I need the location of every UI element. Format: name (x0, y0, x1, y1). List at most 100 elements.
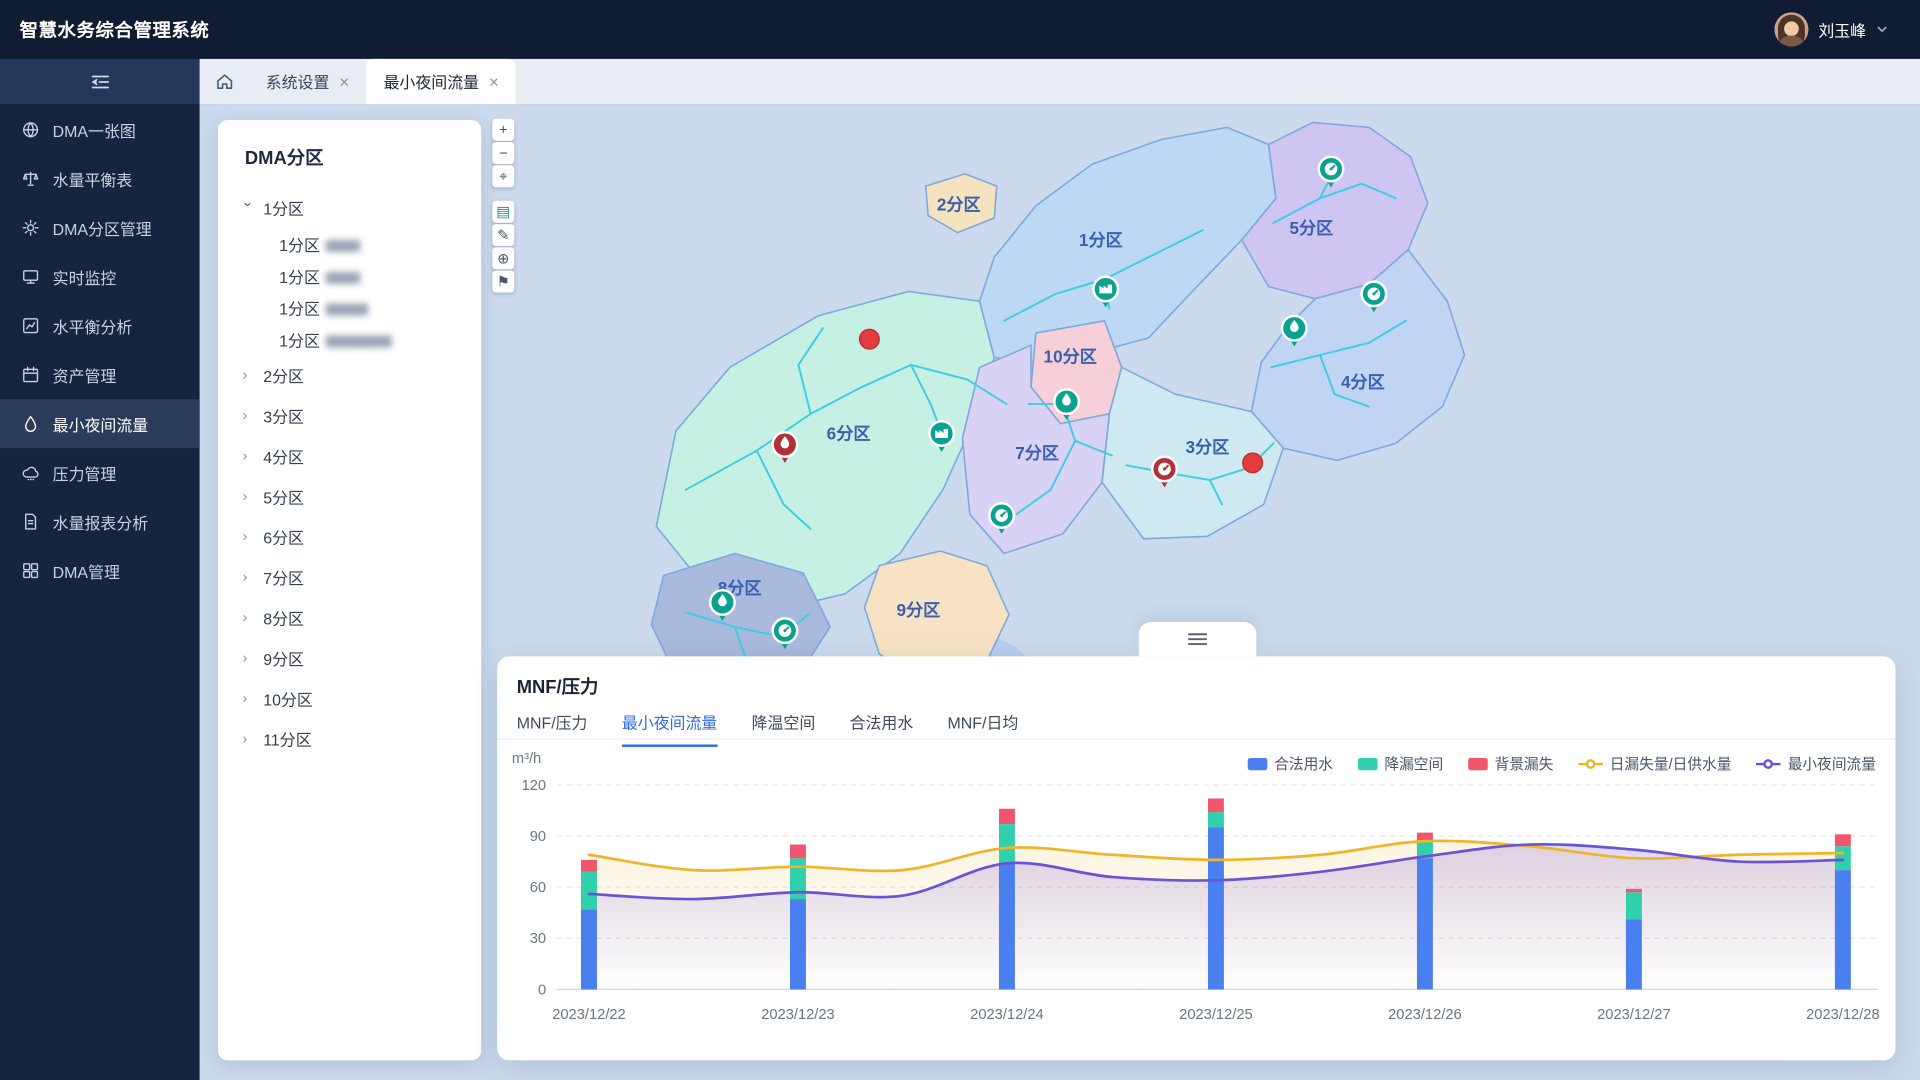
bar-降漏空间 (999, 824, 1015, 863)
tree-item-11分区[interactable]: › 11分区 (218, 719, 481, 759)
tree-item-label: 4分区 (263, 444, 304, 467)
tab-bar: 系统设置×最小夜间流量× (200, 59, 1920, 104)
app-root: 智慧水务综合管理系统 刘玉峰 (0, 0, 1920, 1080)
tree-item-8分区[interactable]: ›8分区 (218, 598, 481, 638)
tree-subitem-label: 1分区 (279, 232, 320, 255)
tree-item-3分区[interactable]: › 3分区 (218, 396, 481, 436)
panel-tab-降温空间[interactable]: 降温空间 (752, 710, 816, 747)
bar-降漏空间 (581, 872, 597, 909)
sidebar-item-2[interactable]: DMA分区管理 (0, 203, 200, 252)
bar-合法用水 (1417, 858, 1433, 989)
tab-系统设置[interactable]: 系统设置× (249, 59, 367, 104)
tree-subitem-1分区[interactable]: 1分区▆▆▆▆ (218, 260, 481, 292)
sidebar-item-6[interactable]: 最小夜间流量 (0, 399, 200, 448)
sidebar-item-3[interactable]: 实时监控 (0, 252, 200, 301)
sidebar-item-5[interactable]: 资产管理 (0, 350, 200, 399)
tree-item-9分区[interactable]: ›9分区 (218, 638, 481, 678)
sidebar-collapse-button[interactable] (0, 59, 200, 104)
home-tab-button[interactable] (200, 59, 249, 104)
dot-marker[interactable] (1243, 453, 1263, 473)
dma-panel-title: DMA分区 (218, 144, 481, 170)
user-menu[interactable]: 刘玉峰 (1774, 12, 1920, 46)
chevron-right-icon[interactable]: › (242, 608, 254, 625)
dot-marker[interactable] (860, 329, 880, 349)
chevron-right-icon[interactable]: › (242, 527, 254, 544)
zoom-out-button[interactable]: − (492, 142, 514, 164)
zone-label-2分区: 2分区 (937, 195, 981, 215)
monitor-icon (21, 267, 41, 287)
tree-subitem-label: 1分区 (279, 296, 320, 319)
tree-item-1分区[interactable]: ›1分区 (218, 187, 481, 227)
panel-tab-MNF/压力[interactable]: MNF/压力 (517, 710, 588, 747)
locate-button[interactable]: ⌖ (492, 165, 514, 187)
panel-tab-合法用水[interactable]: 合法用水 (850, 710, 914, 747)
bar-降漏空间 (1835, 846, 1851, 870)
legend-swatch (1578, 762, 1602, 764)
legend-item-合法用水[interactable]: 合法用水 (1247, 753, 1333, 774)
sidebar-item-8[interactable]: 水量报表分析 (0, 497, 200, 546)
chevron-right-icon[interactable]: › (242, 568, 254, 585)
tab-close-icon[interactable]: × (489, 73, 499, 90)
chart-line-日漏失量/日供水量 (589, 841, 1843, 871)
sidebar-item-9[interactable]: DMA管理 (0, 546, 200, 595)
chevron-right-icon[interactable]: › (242, 648, 254, 665)
svg-text:90: 90 (530, 829, 546, 845)
sidebar-item-label: 水平衡分析 (53, 314, 133, 337)
bar-合法用水 (790, 899, 806, 989)
tree-item-10分区[interactable]: ›10分区 (218, 678, 481, 718)
tree-item-label: 11分区 (263, 727, 311, 750)
sidebar-item-label: 压力管理 (53, 461, 117, 484)
map-area[interactable]: 2分区1分区5分区10分区4分区6分区7分区3分区8分区9分区 +−⌖▤✎⊕⚑ … (200, 104, 1920, 1080)
pressure-icon (21, 463, 41, 483)
legend-item-日漏失量/日供水量[interactable]: 日漏失量/日供水量 (1578, 753, 1731, 774)
sidebar-item-label: 实时监控 (53, 265, 117, 288)
tab-close-icon[interactable]: × (339, 73, 349, 90)
tree-item-7分区[interactable]: ›7分区 (218, 557, 481, 597)
zone-label-5分区: 5分区 (1290, 218, 1334, 238)
tree-item-label: 3分区 (263, 404, 304, 427)
sidebar-item-0[interactable]: DMA一张图 (0, 105, 200, 154)
panel-tab-最小夜间流量[interactable]: 最小夜间流量 (622, 710, 718, 747)
report-icon (21, 512, 41, 532)
tree-subitem-masked-text: ▆▆▆▆▆ (326, 299, 366, 315)
legend-item-降漏空间[interactable]: 降漏空间 (1357, 753, 1443, 774)
panel-tab-list: MNF/压力最小夜间流量降温空间合法用水 MNF/日均 (517, 710, 1019, 747)
legend-item-背景漏失[interactable]: 背景漏失 (1468, 753, 1554, 774)
chevron-right-icon[interactable]: › (242, 366, 254, 383)
tree-item-5分区[interactable]: ›5分区 (218, 476, 481, 516)
bar-合法用水 (1626, 920, 1642, 990)
svg-text:30: 30 (530, 931, 546, 947)
chevron-down-icon[interactable]: › (240, 201, 257, 213)
chevron-right-icon[interactable]: › (242, 729, 254, 746)
tree-item-2分区[interactable]: › 2分区 (218, 355, 481, 395)
tree-item-6分区[interactable]: ›6分区 (218, 517, 481, 557)
anchor-button[interactable]: ⊕ (492, 247, 514, 269)
bar-背景漏失 (1208, 799, 1224, 813)
tree-subitem-1分区[interactable]: 1分区▆▆▆▆▆▆▆▆ (218, 323, 481, 355)
bar-合法用水 (999, 863, 1015, 989)
edit-button[interactable]: ✎ (492, 224, 514, 246)
svg-text:0: 0 (538, 982, 546, 998)
sidebar-item-7[interactable]: 压力管理 (0, 448, 200, 497)
zoom-in-button[interactable]: + (492, 119, 514, 141)
legend-item-最小夜间流量[interactable]: 最小夜间流量 (1756, 753, 1876, 774)
tree-item-label: 2分区 (263, 364, 304, 387)
tree-subitem-1分区[interactable]: 1分区▆▆▆▆ (218, 228, 481, 260)
tag-button[interactable]: ⚑ (492, 271, 514, 293)
tree-item-4分区[interactable]: › 4分区 (218, 436, 481, 476)
chevron-right-icon[interactable]: › (242, 406, 254, 423)
tree-subitem-1分区[interactable]: 1分区 ▆▆▆▆▆ (218, 291, 481, 323)
chevron-right-icon[interactable]: › (242, 446, 254, 463)
zone-label-7分区: 7分区 (1015, 443, 1059, 463)
svg-text:2023/12/22: 2023/12/22 (552, 1007, 626, 1023)
layers-button[interactable]: ▤ (492, 201, 514, 223)
chevron-right-icon[interactable]: › (242, 689, 254, 706)
sidebar-item-label: 最小夜间流量 (53, 412, 149, 435)
sidebar-item-1[interactable]: 水量平衡表 (0, 154, 200, 203)
sidebar-menu: DMA一张图水量平衡表DMA分区管理实时监控水平衡分析资产管理最小夜间流量压力管… (0, 104, 200, 595)
sidebar-item-4[interactable]: 水平衡分析 (0, 301, 200, 350)
tab-最小夜间流量[interactable]: 最小夜间流量× (366, 59, 516, 104)
chevron-right-icon[interactable]: › (242, 487, 254, 504)
panel-collapse-handle[interactable] (1139, 622, 1257, 656)
panel-tab-MNF/日均[interactable]: MNF/日均 (948, 710, 1019, 747)
